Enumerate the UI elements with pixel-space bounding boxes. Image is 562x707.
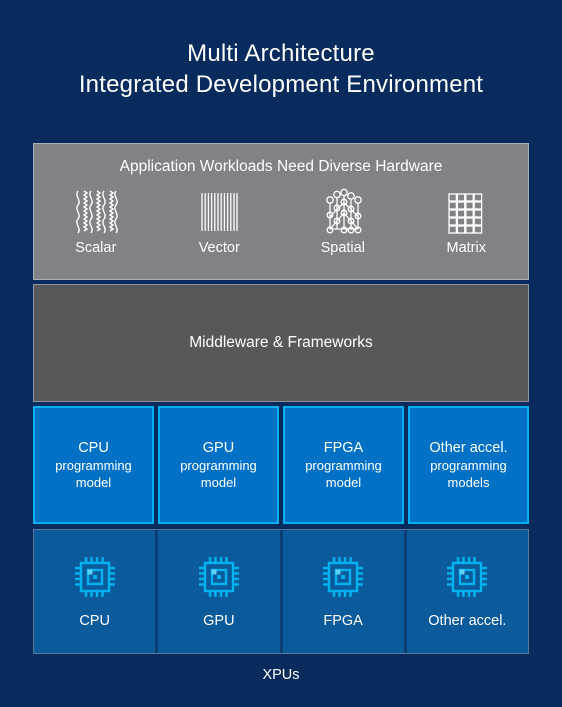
workload-item-vector: Vector (158, 187, 282, 257)
workload-label: Spatial (320, 240, 365, 256)
chip-icon (447, 556, 488, 597)
hardware-row: CPU GPU FPGA Other accel. (33, 529, 529, 654)
workload-label: Matrix (446, 240, 486, 256)
middleware-panel: Middleware & Frameworks (33, 284, 529, 402)
chip-icon (323, 556, 364, 597)
spatial-network-icon (325, 188, 362, 234)
model-sub-line-2: model (325, 474, 362, 490)
workloads-panel: Application Workloads Need Diverse Hardw… (33, 143, 529, 280)
title-line-1: Multi Architecture (187, 40, 375, 67)
workload-item-scalar: Scalar (34, 187, 158, 257)
model-sub-line-2: model (200, 474, 237, 490)
model-sub-line-1: programming (305, 457, 382, 473)
model-name: FPGA (323, 439, 364, 456)
workload-label: Scalar (75, 240, 117, 256)
hardware-label: FPGA (323, 612, 363, 629)
workload-item-matrix: Matrix (405, 187, 529, 257)
chip-icon (198, 556, 239, 597)
programming-model-fpga[interactable]: FPGA programming model (283, 406, 404, 524)
programming-model-other-accel[interactable]: Other accel. programming models (408, 406, 529, 524)
matrix-grid-icon (448, 193, 483, 234)
hardware-item-gpu[interactable]: GPU (158, 530, 280, 653)
workload-item-spatial: Spatial (281, 187, 405, 257)
model-sub-line-1: programming (180, 457, 257, 473)
model-sub-line-2: models (447, 474, 490, 490)
hardware-label: CPU (79, 612, 110, 629)
page-title: Multi Architecture Integrated Developmen… (0, 0, 562, 100)
title-line-2: Integrated Development Environment (78, 71, 484, 98)
workload-label: Vector (198, 240, 240, 256)
model-name: Other accel. (429, 439, 508, 456)
model-name: CPU (78, 439, 109, 456)
middleware-panel-title: Middleware & Frameworks (189, 334, 373, 351)
hardware-item-cpu[interactable]: CPU (34, 530, 156, 653)
vector-bars-icon (201, 193, 238, 231)
hardware-item-other-accel[interactable]: Other accel. (406, 530, 528, 653)
programming-model-cpu[interactable]: CPU programming model (33, 406, 154, 524)
chip-icon (74, 556, 115, 597)
hardware-label: Other accel. (428, 612, 507, 629)
workload-icon-row: Scalar Vector Spatial Matrix (34, 187, 528, 257)
architecture-stack: Application Workloads Need Diverse Hardw… (33, 143, 529, 683)
model-sub-line-1: programming (55, 457, 132, 473)
model-sub-line-1: programming (430, 457, 507, 473)
programming-models-row: CPU programming model GPU programming mo… (33, 406, 529, 524)
programming-model-gpu[interactable]: GPU programming model (158, 406, 279, 524)
hardware-item-fpga[interactable]: FPGA (282, 530, 404, 653)
model-name: GPU (202, 439, 235, 456)
workloads-panel-title: Application Workloads Need Diverse Hardw… (119, 158, 443, 175)
hardware-label: GPU (203, 612, 235, 629)
model-sub-line-2: model (75, 474, 112, 490)
scalar-waves-icon (75, 190, 118, 234)
xpus-caption: XPUs (262, 667, 300, 683)
